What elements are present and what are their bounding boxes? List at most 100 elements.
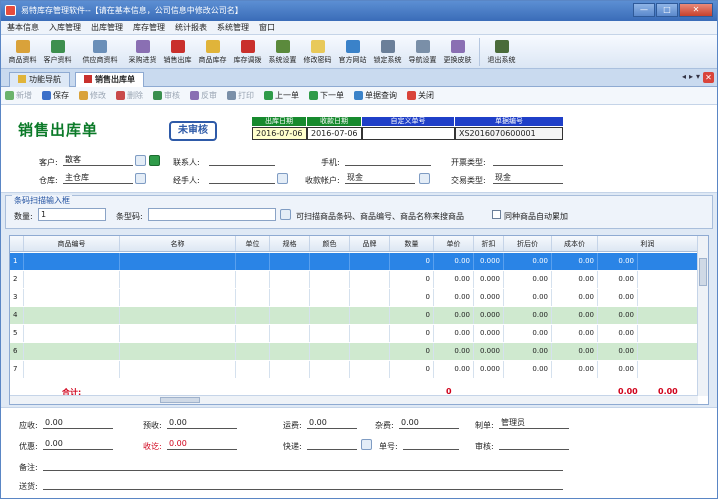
- invoice-type-field[interactable]: [493, 155, 563, 166]
- tab-function-nav[interactable]: 功能导航: [9, 72, 70, 87]
- handler-field[interactable]: [209, 173, 275, 184]
- toolbar-settings-button[interactable]: 系统设置: [265, 35, 300, 69]
- table-row[interactable]: 7 0 0.00 0.000 0.00 0.00 0.00: [10, 361, 698, 378]
- barcode-search-icon[interactable]: [280, 209, 291, 220]
- toolbar-transfer-button[interactable]: 库存调拨: [230, 35, 265, 69]
- col-after-price[interactable]: 折后价: [504, 236, 552, 251]
- next-doc-button[interactable]: 下一单: [309, 90, 344, 101]
- out-date-field[interactable]: 2016-07-06: [252, 127, 307, 140]
- table-row[interactable]: 1 0 0.00 0.000 0.00 0.00 0.00: [10, 253, 698, 270]
- tab-prev-button[interactable]: ◂: [682, 72, 686, 83]
- unaudit-button[interactable]: 反审: [190, 90, 217, 101]
- prepaid-field[interactable]: 0.00: [167, 418, 237, 429]
- minimize-button[interactable]: —: [633, 3, 655, 17]
- scrollbar-thumb[interactable]: [699, 258, 707, 286]
- menu-window[interactable]: 窗口: [259, 22, 275, 33]
- tab-sales-outbound[interactable]: 销售出库单: [75, 72, 144, 87]
- account-picker-icon[interactable]: [419, 173, 430, 184]
- maximize-button[interactable]: □: [656, 3, 678, 17]
- prev-doc-button[interactable]: 上一单: [264, 90, 299, 101]
- receivable-field[interactable]: 0.00: [43, 418, 113, 429]
- delete-button[interactable]: 删除: [116, 90, 143, 101]
- col-cost[interactable]: 成本价: [552, 236, 598, 251]
- tab-close-button[interactable]: ✕: [703, 72, 714, 83]
- menu-outbound[interactable]: 出库管理: [91, 22, 123, 33]
- audit-button[interactable]: 审核: [153, 90, 180, 101]
- edit-button[interactable]: 修改: [79, 90, 106, 101]
- auto-merge-checkbox[interactable]: [492, 210, 501, 219]
- toolbar-skin-button[interactable]: 更换皮肤: [440, 35, 475, 69]
- express-field[interactable]: [307, 439, 357, 450]
- toolbar-products-button[interactable]: 商品资料: [5, 35, 40, 69]
- ship-date-field[interactable]: 2016-07-06: [307, 127, 362, 140]
- phone-label: 手机:: [321, 158, 340, 167]
- grid-horizontal-scrollbar[interactable]: [10, 395, 698, 404]
- tab-menu-button[interactable]: ▾: [696, 72, 700, 83]
- customer-field[interactable]: 散客: [63, 155, 133, 166]
- grid-vertical-scrollbar[interactable]: [697, 236, 708, 396]
- discount-field[interactable]: 0.00: [43, 439, 113, 450]
- freight-field[interactable]: 0.00: [307, 418, 357, 429]
- menu-system[interactable]: 系统管理: [217, 22, 249, 33]
- save-button[interactable]: 保存: [42, 90, 69, 101]
- col-code[interactable]: 商品编号: [24, 236, 120, 251]
- table-row[interactable]: 3 0 0.00 0.000 0.00 0.00 0.00: [10, 289, 698, 306]
- title-bar[interactable]: 易特库存管理软件--【请在基本信息，公司信息中修改公司名】 — □ ✕: [1, 1, 717, 21]
- express-picker-icon[interactable]: [361, 439, 372, 450]
- customers-icon: [50, 39, 65, 53]
- toolbar-suppliers-button[interactable]: 供应商资料: [75, 35, 125, 69]
- phone-field[interactable]: [345, 155, 431, 166]
- tracking-field[interactable]: [403, 439, 459, 450]
- customer-picker-icon[interactable]: [135, 155, 146, 166]
- trade-type-field[interactable]: 现金: [493, 173, 563, 184]
- custom-no-field[interactable]: [362, 127, 455, 140]
- table-row[interactable]: 4 0 0.00 0.000 0.00 0.00 0.00: [10, 307, 698, 324]
- print-button[interactable]: 打印: [227, 90, 254, 101]
- account-field[interactable]: 现金: [345, 173, 415, 184]
- table-row[interactable]: 6 0 0.00 0.000 0.00 0.00 0.00: [10, 343, 698, 360]
- toolbar-nav-settings-button[interactable]: 导航设置: [405, 35, 440, 69]
- col-name[interactable]: 名称: [120, 236, 236, 251]
- toolbar-customers-button[interactable]: 客户资料: [40, 35, 75, 69]
- toolbar-sales-out-button[interactable]: 销售出库: [160, 35, 195, 69]
- close-button[interactable]: ✕: [679, 3, 713, 17]
- new-button[interactable]: 新增: [5, 90, 32, 101]
- add-customer-icon[interactable]: [149, 155, 160, 166]
- col-profit[interactable]: 利润: [598, 236, 698, 251]
- table-row[interactable]: 5 0 0.00 0.000 0.00 0.00 0.00: [10, 325, 698, 342]
- toolbar-exit-button[interactable]: 退出系统: [484, 35, 519, 69]
- out-date-header: 出库日期: [252, 117, 306, 126]
- col-brand[interactable]: 品牌: [350, 236, 390, 251]
- menu-basic-info[interactable]: 基本信息: [7, 22, 39, 33]
- contact-field[interactable]: [209, 155, 275, 166]
- toolbar-lock-button[interactable]: 锁定系统: [370, 35, 405, 69]
- toolbar-purchase-button[interactable]: 采购进货: [125, 35, 160, 69]
- toolbar-website-button[interactable]: 官方网站: [335, 35, 370, 69]
- menu-inbound[interactable]: 入库管理: [49, 22, 81, 33]
- col-discount[interactable]: 折扣: [474, 236, 504, 251]
- col-color[interactable]: 颜色: [310, 236, 350, 251]
- col-spec[interactable]: 规格: [270, 236, 310, 251]
- warehouse-field[interactable]: 主仓库: [63, 173, 133, 184]
- table-row[interactable]: 2 0 0.00 0.000 0.00 0.00 0.00: [10, 271, 698, 288]
- col-price[interactable]: 单价: [434, 236, 474, 251]
- received-field[interactable]: 0.00: [167, 439, 237, 450]
- close-doc-button[interactable]: 关闭: [407, 90, 434, 101]
- menu-inventory[interactable]: 库存管理: [133, 22, 165, 33]
- handler-picker-icon[interactable]: [277, 173, 288, 184]
- address-field[interactable]: [43, 479, 563, 490]
- note-field[interactable]: [43, 460, 563, 471]
- scrollbar-thumb[interactable]: [160, 397, 200, 403]
- query-doc-button[interactable]: 单据查询: [354, 90, 397, 101]
- col-unit[interactable]: 单位: [236, 236, 270, 251]
- col-qty[interactable]: 数量: [390, 236, 434, 251]
- qty-input[interactable]: 1: [38, 208, 106, 221]
- lock-icon: [380, 39, 395, 53]
- toolbar-password-button[interactable]: 修改密码: [300, 35, 335, 69]
- warehouse-picker-icon[interactable]: [135, 173, 146, 184]
- tab-next-button[interactable]: ▸: [689, 72, 693, 83]
- menu-reports[interactable]: 统计报表: [175, 22, 207, 33]
- toolbar-stock-button[interactable]: 商品库存: [195, 35, 230, 69]
- misc-fee-field[interactable]: 0.00: [399, 418, 459, 429]
- barcode-input[interactable]: [148, 208, 276, 221]
